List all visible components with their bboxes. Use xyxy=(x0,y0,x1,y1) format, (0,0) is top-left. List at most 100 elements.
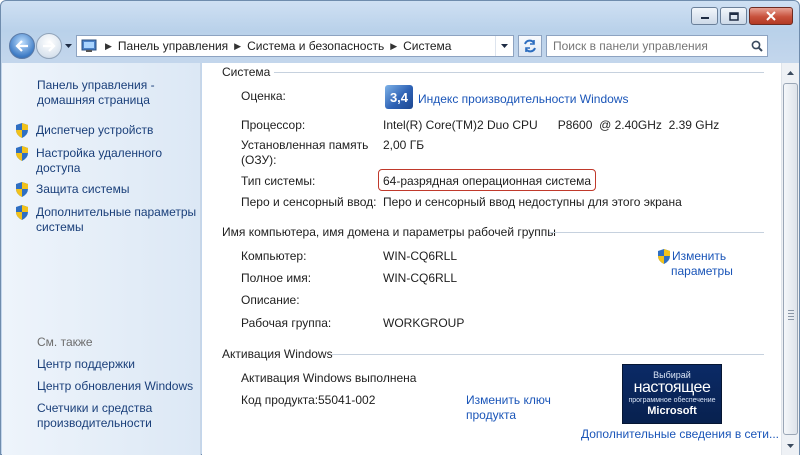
scroll-grip xyxy=(788,319,794,320)
chevron-down-icon xyxy=(501,44,508,48)
section-divider xyxy=(332,354,764,355)
scroll-thumb[interactable] xyxy=(783,83,798,435)
sidebar-item-advanced-settings[interactable]: Дополнительные параметры системы xyxy=(36,205,196,235)
arrow-right-icon xyxy=(43,40,56,52)
scroll-grip xyxy=(788,316,794,317)
sidebar-home-line: домашняя страница xyxy=(37,93,150,107)
uac-shield-icon xyxy=(16,205,28,220)
sidebar-item-label: доступа xyxy=(36,161,81,175)
sidebar-item-label: Центр поддержки xyxy=(37,357,135,371)
address-dropdown[interactable] xyxy=(495,36,513,56)
search-icon[interactable] xyxy=(747,40,767,52)
uac-shield-icon xyxy=(16,146,28,161)
memory-label-line: Установленная память xyxy=(241,138,369,152)
sidebar-item-system-protection[interactable]: Защита системы xyxy=(36,182,129,197)
more-info-online-link[interactable]: Дополнительные сведения в сети... xyxy=(581,427,779,441)
change-key-line: Изменить ключ xyxy=(466,393,551,407)
refresh-button[interactable] xyxy=(518,35,542,57)
refresh-icon xyxy=(524,39,536,53)
workgroup-value: WORKGROUP xyxy=(383,316,465,330)
sidebar-item-label: Защита системы xyxy=(36,182,130,196)
product-key-value: 55041-002 xyxy=(318,393,376,407)
maximize-button[interactable] xyxy=(720,7,747,25)
genuine-text: настоящее xyxy=(633,379,711,396)
chevron-down-icon xyxy=(64,44,72,48)
pen-touch-label: Перо и сенсорный ввод: xyxy=(241,195,377,209)
memory-label-line: (ОЗУ): xyxy=(241,153,277,167)
minimize-button[interactable] xyxy=(691,7,718,25)
sidebar-item-action-center[interactable]: Центр поддержки xyxy=(37,357,135,372)
computer-section-title: Имя компьютера, имя домена и параметры р… xyxy=(222,225,556,239)
memory-value: 2,00 ГБ xyxy=(383,138,425,152)
full-name-value: WIN-CQ6RLL xyxy=(383,271,458,285)
uac-shield-icon xyxy=(16,182,28,197)
performance-index-link[interactable]: Индекс производительности Windows xyxy=(418,92,628,106)
sidebar-item-windows-update[interactable]: Центр обновления Windows xyxy=(37,379,193,394)
close-button[interactable] xyxy=(749,7,793,25)
close-icon xyxy=(766,11,776,21)
performance-index-badge[interactable]: 3,4 xyxy=(385,85,413,109)
sidebar-item-remote-settings[interactable]: Настройка удаленного доступа xyxy=(36,146,162,176)
control-panel-icon xyxy=(79,36,99,56)
scroll-up-button[interactable] xyxy=(782,64,799,81)
system-section-title: Система xyxy=(222,65,271,79)
chevron-down-icon xyxy=(787,443,794,448)
breadcrumb-separator[interactable]: ▶ xyxy=(228,41,247,52)
navigation-bar: ▶ Панель управления ▶ Система и безопасн… xyxy=(9,31,793,61)
section-divider xyxy=(274,72,764,73)
section-divider xyxy=(549,232,764,233)
caption-buttons xyxy=(691,7,793,25)
genuine-microsoft-banner[interactable]: Выбирай настоящее программное обеспечени… xyxy=(622,364,722,424)
sidebar-home-line: Панель управления - xyxy=(37,78,155,92)
computer-name-label: Компьютер: xyxy=(241,249,307,263)
recent-pages-dropdown[interactable] xyxy=(62,33,74,59)
sidebar: Панель управления - домашняя страница Ди… xyxy=(2,63,201,455)
genuine-text: Microsoft xyxy=(647,405,697,417)
processor-value: Intel(R) Core(TM)2 Duo CPU P8600 @ 2.40G… xyxy=(383,118,720,132)
vertical-scrollbar[interactable] xyxy=(781,63,799,455)
change-settings-link[interactable]: Изменить параметры xyxy=(671,249,733,279)
forward-button[interactable] xyxy=(36,33,62,59)
sidebar-item-label: Счетчики и средства xyxy=(37,401,153,415)
activation-status: Активация Windows выполнена xyxy=(241,371,417,385)
system-type-label: Тип системы: xyxy=(241,174,316,188)
address-bar[interactable]: ▶ Панель управления ▶ Система и безопасн… xyxy=(76,35,514,57)
workgroup-label: Рабочая группа: xyxy=(241,316,332,330)
description-label: Описание: xyxy=(241,293,300,307)
system-type-value: 64-разрядная операционная система xyxy=(383,174,592,188)
breadcrumb-system[interactable]: Система xyxy=(403,39,451,53)
pen-touch-value: Перо и сенсорный ввод недоступны для это… xyxy=(383,195,682,209)
uac-shield-icon xyxy=(16,123,28,138)
scroll-down-button[interactable] xyxy=(782,437,799,454)
sidebar-item-label: производительности xyxy=(37,416,152,430)
change-product-key-link[interactable]: Изменить ключ продукта xyxy=(466,393,551,423)
sidebar-item-label: Центр обновления Windows xyxy=(37,379,194,393)
breadcrumb-separator[interactable]: ▶ xyxy=(99,41,118,52)
see-also-heading: См. также xyxy=(37,335,93,349)
change-settings-line: Изменить xyxy=(672,249,727,263)
sidebar-item-label: системы xyxy=(36,220,84,234)
change-key-line: продукта xyxy=(466,408,517,422)
content-pane: Система Оценка: 3,4 Индекс производитель… xyxy=(202,63,781,455)
breadcrumb-security[interactable]: Система и безопасность xyxy=(247,39,384,53)
chevron-up-icon xyxy=(787,70,794,75)
breadcrumb-control-panel[interactable]: Панель управления xyxy=(118,39,228,53)
search-input[interactable] xyxy=(547,39,747,53)
sidebar-item-performance[interactable]: Счетчики и средства производительности xyxy=(37,401,152,431)
processor-label: Процессор: xyxy=(241,118,306,132)
scroll-grip xyxy=(788,313,794,314)
search-box xyxy=(546,35,768,57)
genuine-text: программное обеспечение xyxy=(628,397,716,404)
computer-name-value: WIN-CQ6RLL xyxy=(383,249,458,263)
sidebar-home-link[interactable]: Панель управления - домашняя страница xyxy=(37,78,155,108)
activation-section-title: Активация Windows xyxy=(222,347,333,361)
uac-shield-icon xyxy=(658,249,670,264)
scroll-grip xyxy=(788,310,794,311)
arrow-left-icon xyxy=(15,40,28,52)
rating-label: Оценка: xyxy=(241,89,286,103)
back-button[interactable] xyxy=(9,33,35,59)
product-key-label: Код продукта: xyxy=(241,393,319,407)
sidebar-item-label: Настройка удаленного xyxy=(36,146,163,160)
sidebar-item-device-manager[interactable]: Диспетчер устройств xyxy=(36,123,153,138)
breadcrumb-separator[interactable]: ▶ xyxy=(384,41,403,52)
